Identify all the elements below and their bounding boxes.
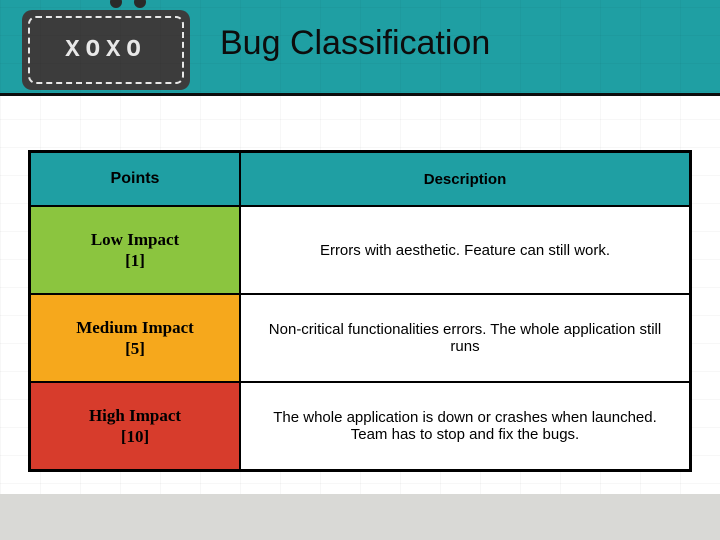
points-cell-high: High Impact [10] bbox=[30, 382, 240, 470]
slide: XOXO Bug Classification Points Descripti… bbox=[0, 0, 720, 540]
table-row: Medium Impact [5] Non-critical functiona… bbox=[30, 294, 690, 382]
classification-table: Points Description Low Impact [1] Errors… bbox=[28, 150, 692, 472]
description-cell: The whole application is down or crashes… bbox=[240, 382, 690, 470]
impact-points: [1] bbox=[125, 251, 145, 270]
impact-label: High Impact [10] bbox=[89, 405, 181, 448]
description-cell: Non-critical functionalities errors. The… bbox=[240, 294, 690, 382]
points-cell-low: Low Impact [1] bbox=[30, 206, 240, 294]
brand-tag: XOXO bbox=[22, 10, 190, 90]
impact-name: High Impact bbox=[89, 406, 181, 425]
brand-text: XOXO bbox=[65, 37, 147, 64]
impact-label: Medium Impact [5] bbox=[76, 317, 194, 360]
impact-points: [10] bbox=[121, 427, 149, 446]
impact-name: Medium Impact bbox=[76, 318, 194, 337]
table-row: Low Impact [1] Errors with aesthetic. Fe… bbox=[30, 206, 690, 294]
tag-hanger bbox=[110, 0, 146, 12]
slide-title: Bug Classification bbox=[220, 24, 490, 63]
impact-name: Low Impact bbox=[91, 230, 179, 249]
table-row: High Impact [10] The whole application i… bbox=[30, 382, 690, 470]
header-points: Points bbox=[30, 152, 240, 206]
table-header-row: Points Description bbox=[30, 152, 690, 206]
description-cell: Errors with aesthetic. Feature can still… bbox=[240, 206, 690, 294]
header-description: Description bbox=[240, 152, 690, 206]
footer-bar bbox=[0, 494, 720, 540]
impact-label: Low Impact [1] bbox=[91, 229, 179, 272]
impact-points: [5] bbox=[125, 339, 145, 358]
points-cell-medium: Medium Impact [5] bbox=[30, 294, 240, 382]
